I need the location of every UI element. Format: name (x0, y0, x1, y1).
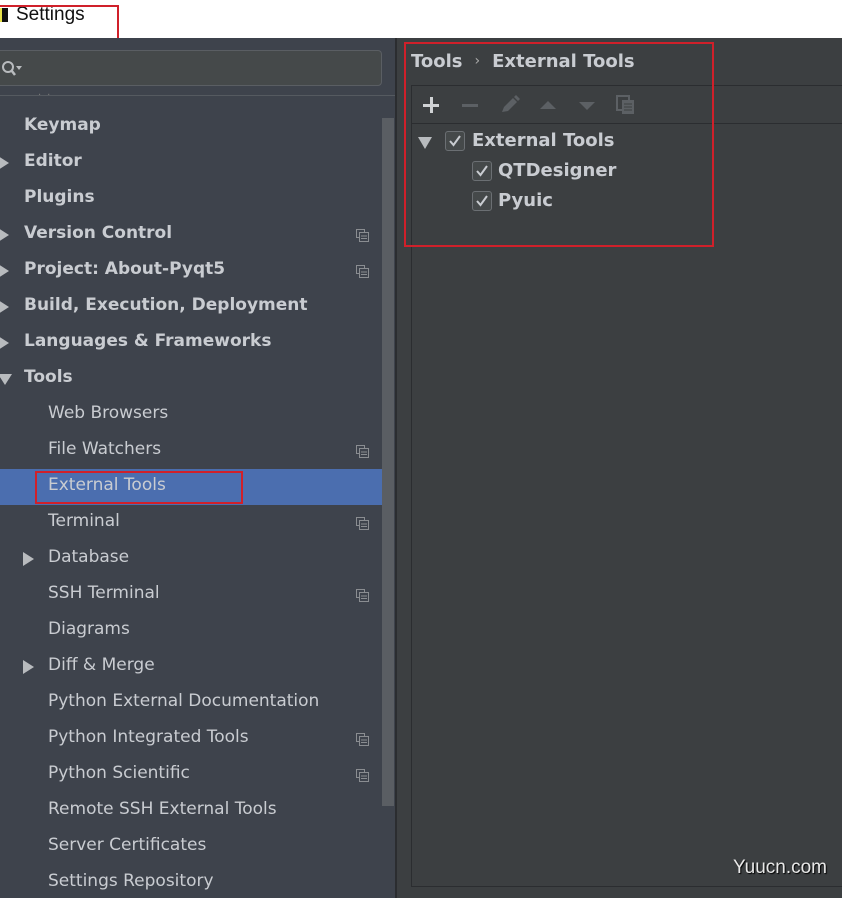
sidebar-item-ssh-terminal[interactable]: SSH Terminal (0, 577, 392, 613)
sidebar-item-server-certificates[interactable]: Server Certificates (0, 829, 392, 865)
sidebar-item-label: Python Scientific (48, 763, 190, 783)
sidebar-item-label: Version Control (24, 223, 173, 243)
sidebar-item-settings-repository[interactable]: Settings Repository (0, 865, 392, 898)
sidebar-item-label: File Watchers (48, 439, 162, 459)
sidebar-item-version-control[interactable]: Version Control (0, 217, 392, 253)
settings-sidebar: ·· Keymap Editor Plugins Version Control Pro… (0, 38, 395, 898)
sidebar-item-python-integrated-tools[interactable]: Python Integrated Tools (0, 721, 392, 757)
sidebar-item-terminal[interactable]: Terminal (0, 505, 392, 541)
search-input[interactable] (0, 50, 382, 86)
expand-arrow-icon[interactable] (23, 552, 34, 566)
sidebar-item-languages-frameworks[interactable]: Languages & Frameworks (0, 325, 392, 361)
sidebar-item-plugins[interactable]: Plugins (0, 181, 392, 217)
sidebar-item-tools[interactable]: Tools (0, 361, 392, 397)
sidebar-item-project-about-pyqt5[interactable]: Project: About-Pyqt5 (0, 253, 392, 289)
sidebar-item-label: Database (48, 547, 130, 567)
window-titlebar: Settings (0, 0, 842, 38)
sidebar-item-diff-merge[interactable]: Diff & Merge (0, 649, 392, 685)
sidebar-item-remote-ssh-external-tools[interactable]: Remote SSH External Tools (0, 793, 392, 829)
sidebar-item-editor[interactable]: Editor (0, 145, 392, 181)
search-icon[interactable] (1, 59, 23, 79)
sidebar-item-label: Keymap (24, 115, 101, 135)
sidebar-item-web-browsers[interactable]: Web Browsers (0, 397, 392, 433)
expand-arrow-icon[interactable] (0, 228, 9, 242)
expand-arrow-icon[interactable] (0, 300, 9, 314)
sidebar-item-label: Python Integrated Tools (48, 727, 249, 747)
project-level-icon (356, 445, 369, 458)
sidebar-item-label: Diagrams (48, 619, 130, 639)
title-annotation-box (0, 5, 119, 42)
expand-arrow-icon[interactable] (0, 264, 9, 278)
sidebar-item-label: Python External Documentation (48, 691, 320, 711)
sidebar-item-label: Project: About-Pyqt5 (24, 259, 226, 279)
expand-arrow-icon[interactable] (23, 660, 34, 674)
watermark: Yuucn.com (733, 857, 827, 878)
scroll-indicator: ·· (38, 90, 57, 101)
project-level-icon (356, 265, 369, 278)
panel-annotation-box (404, 42, 714, 247)
selection-annotation-box (35, 471, 243, 504)
sidebar-item-label: Languages & Frameworks (24, 331, 272, 351)
sidebar-item-diagrams[interactable]: Diagrams (0, 613, 392, 649)
expand-arrow-icon[interactable] (0, 156, 9, 170)
sidebar-item-file-watchers[interactable]: File Watchers (0, 433, 392, 469)
sidebar-item-database[interactable]: Database (0, 541, 392, 577)
sidebar-item-python-scientific[interactable]: Python Scientific (0, 757, 392, 793)
expand-arrow-icon[interactable] (0, 336, 9, 350)
sidebar-item-build-execution-deployment[interactable]: Build, Execution, Deployment (0, 289, 392, 325)
sidebar-scrollbar[interactable] (382, 118, 394, 806)
project-level-icon (356, 517, 369, 530)
sidebar-item-python-external-documentation[interactable]: Python External Documentation (0, 685, 392, 721)
project-level-icon (356, 229, 369, 242)
sidebar-item-label: Terminal (48, 511, 120, 531)
sidebar-item-label: Web Browsers (48, 403, 169, 423)
search-divider (0, 95, 395, 96)
sidebar-item-label: Settings Repository (48, 871, 214, 891)
sidebar-item-label: Build, Execution, Deployment (24, 295, 308, 315)
project-level-icon (356, 769, 369, 782)
sidebar-item-label: Editor (24, 151, 82, 171)
sidebar-item-label: Plugins (24, 187, 95, 207)
sidebar-item-label: SSH Terminal (48, 583, 160, 603)
sidebar-item-label: Remote SSH External Tools (48, 799, 277, 819)
sidebar-item-label: Tools (24, 367, 73, 387)
sidebar-item-keymap[interactable]: Keymap (0, 109, 392, 145)
project-level-icon (356, 733, 369, 746)
sidebar-item-label: Diff & Merge (48, 655, 155, 675)
project-level-icon (356, 589, 369, 602)
sidebar-item-label: Server Certificates (48, 835, 207, 855)
collapse-arrow-icon[interactable] (0, 374, 12, 385)
